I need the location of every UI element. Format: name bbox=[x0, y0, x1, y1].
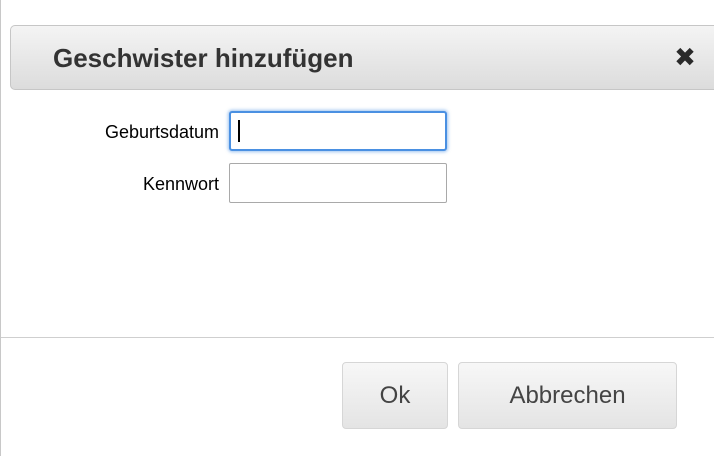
ok-button[interactable]: Ok bbox=[342, 362, 448, 429]
add-sibling-dialog: Geschwister hinzufügen ✖ Geburtsdatum Ke… bbox=[0, 0, 714, 456]
dialog-titlebar: Geschwister hinzufügen ✖ bbox=[10, 25, 714, 90]
footer-divider bbox=[1, 337, 714, 338]
password-label: Kennwort bbox=[142, 174, 219, 194]
text-caret bbox=[238, 120, 240, 142]
close-icon[interactable]: ✖ bbox=[672, 44, 698, 72]
birthdate-input[interactable] bbox=[229, 111, 447, 151]
password-input[interactable] bbox=[229, 163, 447, 203]
dialog-title: Geschwister hinzufügen bbox=[53, 43, 354, 73]
birthdate-label-wrap: Geburtsdatum bbox=[31, 121, 219, 145]
cancel-button[interactable]: Abbrechen bbox=[458, 362, 677, 429]
birthdate-label: Geburtsdatum bbox=[104, 122, 219, 142]
password-label-wrap: Kennwort bbox=[31, 173, 219, 197]
